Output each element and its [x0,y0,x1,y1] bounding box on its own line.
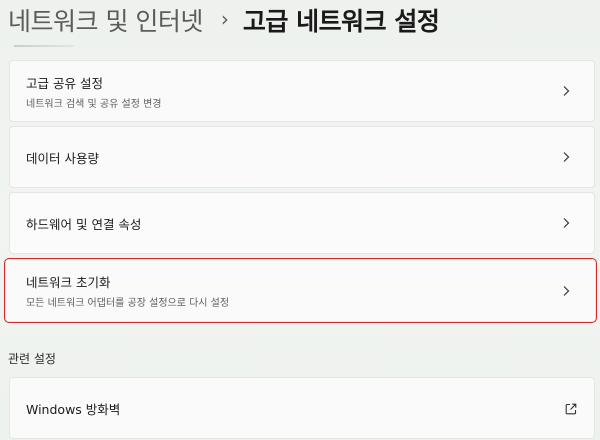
breadcrumb-separator: › [220,7,229,31]
open-external-icon [564,401,578,415]
network-reset-item[interactable]: 네트워크 초기화 모든 네트워크 어댑터를 공장 설정으로 다시 설정 [4,258,597,323]
breadcrumb: 네트워크 및 인터넷 › 고급 네트워크 설정 [8,2,440,38]
advanced-sharing-settings-item[interactable]: 고급 공유 설정 네트워크 검색 및 공유 설정 변경 [9,60,595,122]
item-title: 하드웨어 및 연결 속성 [26,216,142,232]
windows-firewall-item[interactable]: Windows 방화벽 [9,377,595,439]
item-title: 네트워크 초기화 [26,275,111,290]
page-title: 고급 네트워크 설정 [242,7,440,36]
hardware-connection-properties-item[interactable]: 하드웨어 및 연결 속성 [9,192,595,254]
chevron-right-icon [560,285,572,297]
item-subtitle: 네트워크 검색 및 공유 설정 변경 [26,98,162,110]
faded-section-header [14,42,74,48]
chevron-right-icon [560,151,572,163]
item-title: 데이터 사용량 [26,150,99,166]
item-title: 고급 공유 설정 [26,75,103,91]
chevron-right-icon [560,85,572,97]
chevron-right-icon [560,217,572,229]
related-settings-label: 관련 설정 [8,352,56,366]
data-usage-item[interactable]: 데이터 사용량 [9,126,595,188]
item-title: Windows 방화벽 [26,401,121,417]
breadcrumb-parent[interactable]: 네트워크 및 인터넷 [8,2,203,38]
item-subtitle: 모든 네트워크 어댑터를 공장 설정으로 다시 설정 [26,298,230,309]
